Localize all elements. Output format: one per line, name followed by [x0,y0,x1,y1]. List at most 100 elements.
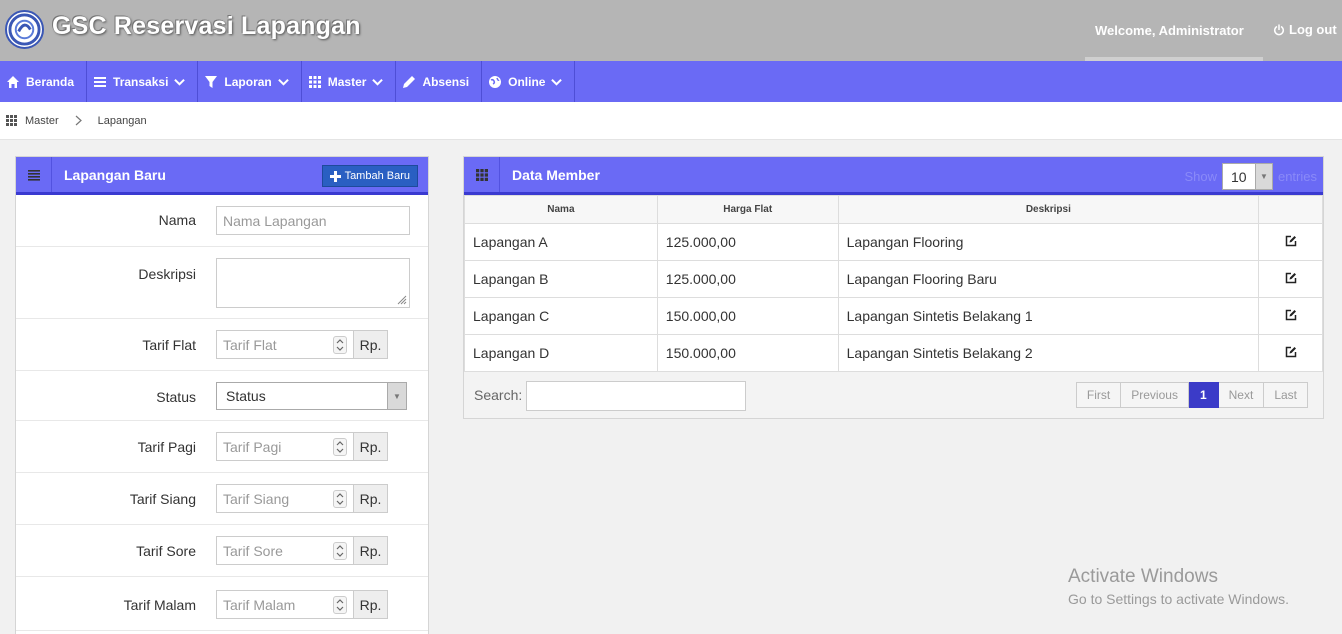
status-select[interactable]: Status ▼ [216,382,407,410]
search-input[interactable] [526,381,746,411]
spinner-control[interactable] [333,490,347,508]
status-selected-value: Status [226,388,266,404]
nav-item-beranda[interactable]: Beranda [0,61,88,102]
app-logo [5,10,44,49]
dropdown-arrow-icon: ▼ [1254,164,1272,189]
form-row-status: Status Status ▼ [16,371,428,421]
logout-label: Log out [1289,22,1337,37]
data-panel-header: Data Member Show 10 ▼ entries [464,157,1323,195]
table-row: Lapangan D 150.000,00 Lapangan Sintetis … [464,334,1323,372]
form-panel: Lapangan Baru Tambah Baru Nama Nama Lapa… [15,156,429,634]
power-icon [1273,24,1285,35]
table-row: Lapangan A 125.000,00 Lapangan Flooring [464,223,1323,261]
breadcrumb-master[interactable]: Master [25,115,59,127]
dropdown-arrow-icon: ▼ [387,383,406,409]
grid-icon [475,168,488,181]
top-header: GSC Reservasi Lapangan Welcome, Administ… [0,0,1342,61]
tarif-malam-group: Tarif Malam Rp. [216,590,388,619]
member-table: Nama Harga Flat Deskripsi Lapangan A 125… [464,195,1323,372]
pager-current[interactable]: 1 [1188,382,1219,408]
tarif-siang-group: Tarif Siang Rp. [216,484,388,513]
spinner-arrows-icon [336,339,344,351]
panel-grid-icon-wrap [464,157,500,192]
cell-harga: 125.000,00 [656,260,839,298]
resize-grip-icon[interactable] [397,295,407,305]
label-status: Status [156,389,196,405]
nav-item-transaksi[interactable]: Transaksi [87,61,199,102]
activation-watermark-title: Activate Windows [1068,566,1218,587]
tarif-flat-input[interactable]: Tarif Flat [216,330,354,359]
pager-next[interactable]: Next [1218,382,1265,408]
list-icon [94,76,107,87]
pager-last[interactable]: Last [1264,382,1308,408]
nama-input[interactable]: Nama Lapangan [216,206,410,235]
tarif-pagi-input[interactable]: Tarif Pagi [216,432,354,461]
currency-addon: Rp. [354,590,388,619]
nav-item-master[interactable]: Master [302,61,397,102]
column-header-harga[interactable]: Harga Flat [656,195,839,224]
cell-deskripsi: Lapangan Sintetis Belakang 2 [837,334,1260,372]
tarif-siang-placeholder: Tarif Siang [223,490,290,507]
label-tarif-malam: Tarif Malam [123,597,196,613]
edit-icon[interactable] [1285,272,1297,284]
edit-icon[interactable] [1285,346,1297,358]
form-row-tarif-pagi: Tarif Pagi Tarif Pagi Rp. [16,421,428,473]
cell-action [1258,223,1323,261]
nav-item-absensi[interactable]: Absensi [396,61,483,102]
label-tarif-siang: Tarif Siang [129,491,196,507]
logout-button[interactable]: Log out [1273,22,1337,37]
tarif-sore-placeholder: Tarif Sore [223,542,283,559]
pager-previous[interactable]: Previous [1121,382,1189,408]
tarif-malam-input[interactable]: Tarif Malam [216,590,354,619]
form-row-tarif-flat: Tarif Flat Tarif Flat Rp. [16,319,428,371]
entries-select[interactable]: 10 ▼ [1221,163,1273,190]
label-tarif-pagi: Tarif Pagi [137,439,196,455]
entries-length-control: Show 10 ▼ entries [1184,163,1317,190]
nav-label: Online [508,74,546,89]
edit-icon[interactable] [1285,309,1297,321]
spinner-control[interactable] [333,596,347,614]
cell-deskripsi: Lapangan Sintetis Belakang 1 [837,297,1260,335]
entries-label: entries [1277,169,1317,184]
currency-addon: Rp. [354,432,388,461]
panel-menu-icon-wrap [16,157,52,192]
nav-label: Beranda [26,74,75,89]
column-header-deskripsi[interactable]: Deskripsi [837,195,1260,224]
column-header-nama[interactable]: Nama [464,195,658,224]
nav-item-online[interactable]: Online [482,61,576,102]
chevron-down-icon [372,78,384,86]
nav-label: Laporan [224,74,272,89]
spinner-control[interactable] [333,336,347,354]
spinner-control[interactable] [333,542,347,560]
tarif-flat-placeholder: Tarif Flat [223,336,277,353]
tarif-sore-input[interactable]: Tarif Sore [216,536,354,565]
nav-label: Transaksi [113,74,169,89]
edit-icon[interactable] [1285,235,1297,247]
spinner-control[interactable] [333,438,347,456]
main-nav: Beranda Transaksi Laporan Master Absensi… [0,61,1342,102]
form-row-tarif-malam: Tarif Malam Tarif Malam Rp. [16,577,428,631]
deskripsi-textarea[interactable] [216,258,410,308]
cell-nama: Lapangan D [464,334,658,372]
breadcrumb: Master Lapangan [0,102,1342,140]
chevron-down-icon [277,78,289,86]
cell-harga: 150.000,00 [656,334,839,372]
chevron-right-icon [75,115,82,126]
spinner-arrows-icon [336,599,344,611]
tarif-flat-group: Tarif Flat Rp. [216,330,388,359]
nav-item-laporan[interactable]: Laporan [198,61,302,102]
pencil-icon [403,75,416,88]
pager-first[interactable]: First [1075,382,1122,408]
form-row-deskripsi: Deskripsi [16,247,428,319]
tambah-baru-button[interactable]: Tambah Baru [321,165,418,187]
breadcrumb-lapangan: Lapangan [97,114,147,127]
chevron-down-icon [174,78,186,86]
tarif-pagi-group: Tarif Pagi Rp. [216,432,388,461]
show-label: Show [1184,169,1217,184]
search-label: Search: [474,387,523,403]
cell-action [1258,334,1323,372]
form-row-nama: Nama Nama Lapangan [16,195,428,247]
tarif-siang-input[interactable]: Tarif Siang [216,484,354,513]
cell-nama: Lapangan A [464,223,658,261]
tarif-malam-placeholder: Tarif Malam [223,596,296,613]
